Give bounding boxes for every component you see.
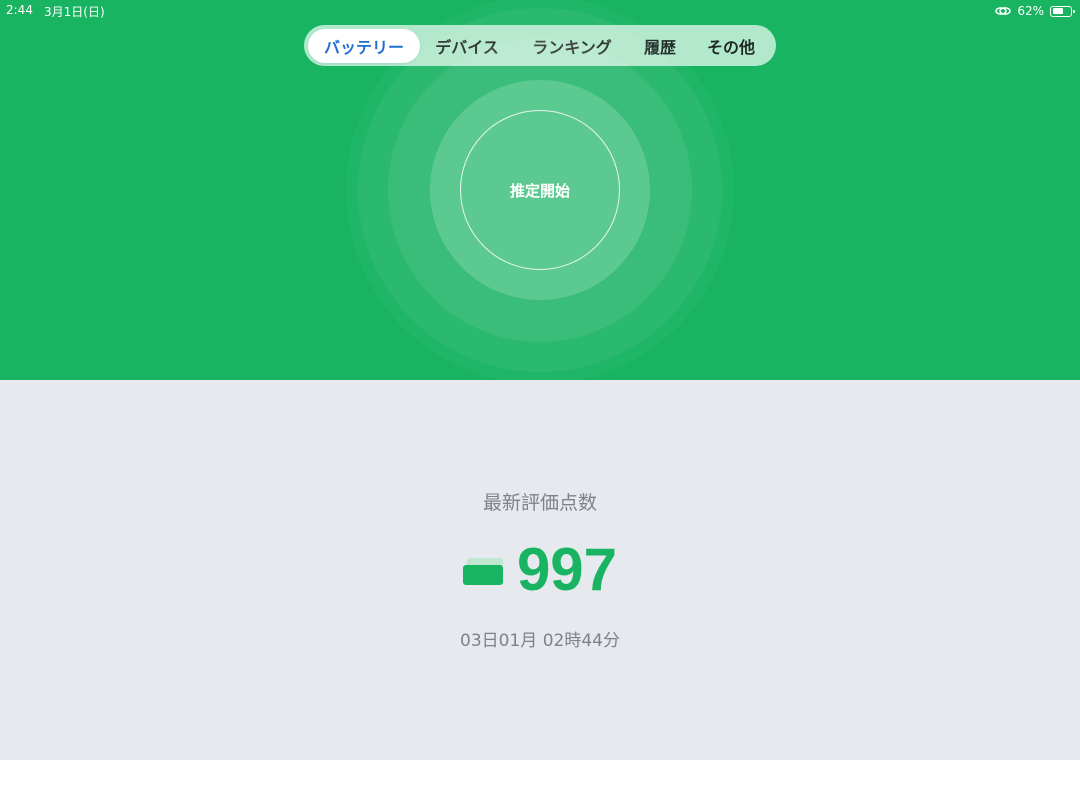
tab-other[interactable]: その他 [690,29,772,63]
status-date: 3月1日(日) [44,5,105,19]
link-icon [995,5,1012,17]
score-value: 997 [516,536,618,603]
battery-nub [1073,9,1075,13]
score-row: 997 [0,532,1080,608]
battery-level-fill [1052,8,1063,14]
status-time: 2:44 [6,3,33,17]
header-area: 2:44 3月1日(日) 62% バッテリー デバイス ランキング 履歴 その他… [0,0,1080,380]
battery-icon [1050,5,1075,17]
score-timestamp: 03日01月 02時44分 [460,631,620,651]
score-label: 最新評価点数 [482,492,597,514]
start-estimation-button[interactable]: 推定開始 [460,110,620,270]
battery-icon [462,558,505,588]
battery-icon-front [462,565,503,585]
score-panel: 最新評価点数 997 03日01月 02時44分 [0,380,1080,760]
status-indicators: 62% [995,3,1075,19]
battery-percent: 62% [1017,4,1044,18]
start-estimation-label: 推定開始 [509,181,570,200]
